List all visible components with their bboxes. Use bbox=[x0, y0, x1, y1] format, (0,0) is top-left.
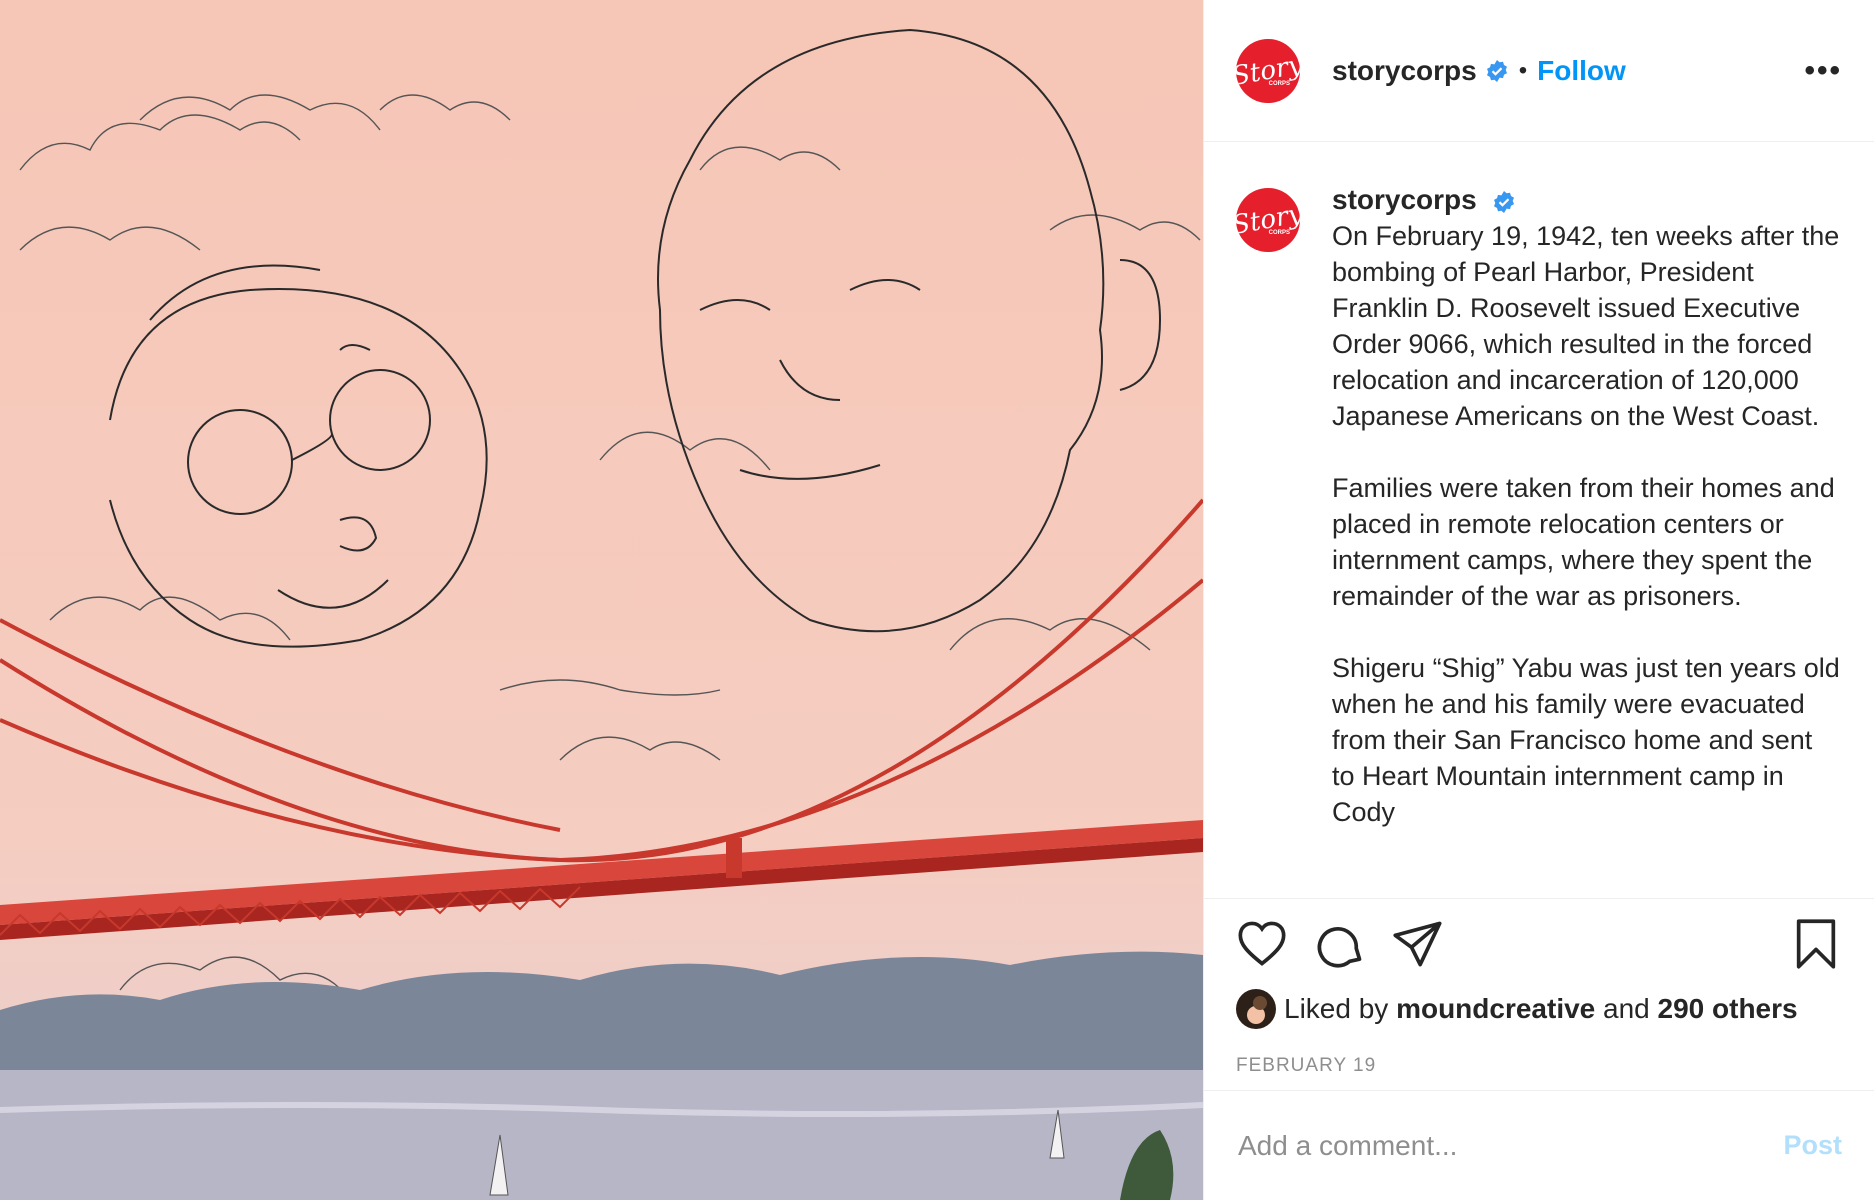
comment-input[interactable] bbox=[1236, 1128, 1784, 1163]
liker-username[interactable]: moundcreative bbox=[1396, 993, 1595, 1025]
caption-author-avatar[interactable]: Story CORPS bbox=[1236, 188, 1300, 252]
comment-bar: Post bbox=[1204, 1090, 1874, 1200]
separator-dot: • bbox=[1518, 56, 1528, 84]
bookmark-icon[interactable] bbox=[1790, 918, 1842, 970]
more-options-icon[interactable]: ••• bbox=[1804, 54, 1842, 88]
follow-button[interactable]: Follow bbox=[1537, 55, 1626, 87]
post-image[interactable] bbox=[0, 0, 1204, 1200]
author-username[interactable]: storycorps bbox=[1332, 55, 1477, 87]
author-avatar[interactable]: Story CORPS bbox=[1236, 38, 1300, 103]
likes-conjunction: and bbox=[1603, 993, 1650, 1024]
caption-body: storycorps On February 19, 1942, ten wee… bbox=[1332, 182, 1842, 898]
caption-paragraph: Families were taken from their homes and… bbox=[1332, 473, 1835, 611]
avatar-logo-sub: CORPS bbox=[1268, 80, 1290, 87]
action-bar bbox=[1236, 919, 1842, 969]
likes-summary: Liked by moundcreative and 290 others bbox=[1236, 989, 1842, 1029]
avatar-logo-sub: CORPS bbox=[1268, 230, 1290, 236]
liker-avatar[interactable] bbox=[1236, 989, 1276, 1029]
actions-area: Liked by moundcreative and 290 others FE… bbox=[1204, 898, 1874, 1090]
water bbox=[0, 1070, 1203, 1200]
share-icon[interactable] bbox=[1392, 918, 1444, 970]
heart-icon[interactable] bbox=[1236, 918, 1288, 970]
likes-prefix: Liked by bbox=[1284, 993, 1389, 1024]
caption-username[interactable]: storycorps bbox=[1332, 184, 1477, 215]
post-date[interactable]: FEBRUARY 19 bbox=[1236, 1055, 1842, 1077]
illustration-artwork bbox=[0, 0, 1203, 1200]
post-container: Story CORPS storycorps • Follow ••• Stor… bbox=[0, 0, 1874, 1200]
comment-icon[interactable] bbox=[1314, 918, 1366, 970]
caption-paragraph: Shigeru “Shig” Yabu was just ten years o… bbox=[1332, 653, 1840, 827]
caption-paragraph: On February 19, 1942, ten weeks after th… bbox=[1332, 221, 1840, 431]
post-header: Story CORPS storycorps • Follow ••• bbox=[1204, 0, 1874, 142]
post-side-panel: Story CORPS storycorps • Follow ••• Stor… bbox=[1204, 0, 1874, 1200]
likes-others-link[interactable]: 290 others bbox=[1658, 993, 1798, 1025]
verified-badge-icon bbox=[1494, 190, 1515, 213]
caption-area: Story CORPS storycorps On February 19, 1… bbox=[1204, 142, 1874, 898]
verified-badge-icon bbox=[1486, 59, 1507, 82]
post-comment-button[interactable]: Post bbox=[1783, 1130, 1842, 1161]
